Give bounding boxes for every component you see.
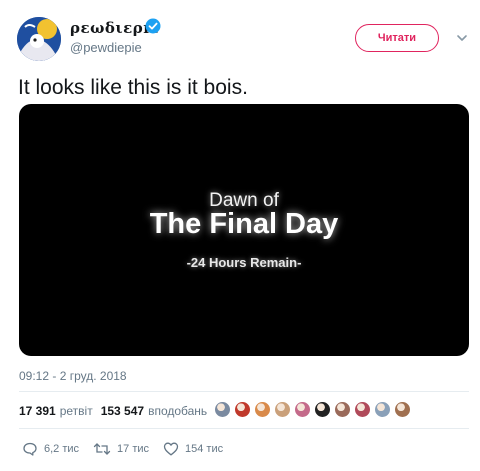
verified-badge-icon bbox=[145, 18, 161, 34]
liker-avatar[interactable] bbox=[394, 401, 411, 418]
tweet-actions: 6,2 тис 17 тис 154 тис bbox=[22, 441, 237, 457]
media-title-line2: The Final Day bbox=[149, 208, 339, 240]
avatar-image bbox=[17, 17, 61, 61]
liker-avatar[interactable] bbox=[214, 401, 231, 418]
retweets-count[interactable]: 17 391 bbox=[19, 404, 56, 418]
media-title-line3: -24 Hours Remain- bbox=[186, 255, 302, 270]
divider bbox=[19, 428, 469, 429]
tweet-media[interactable]: Dawn of The Final Day -24 Hours Remain- bbox=[19, 104, 469, 356]
heart-icon bbox=[163, 442, 179, 456]
liker-avatar[interactable] bbox=[374, 401, 391, 418]
divider bbox=[19, 391, 469, 392]
tweet-text: It looks like this is it bois. bbox=[18, 76, 248, 99]
engagement-stats: 17 391 ретвіт 153 547 вподобань bbox=[19, 404, 215, 418]
avatar[interactable] bbox=[17, 17, 61, 61]
follow-button[interactable]: Читати bbox=[355, 24, 439, 52]
liker-avatar[interactable] bbox=[254, 401, 271, 418]
user-handle[interactable]: @pewdiepie bbox=[70, 40, 142, 55]
likes-label[interactable]: вподобань bbox=[148, 404, 207, 418]
retweet-icon bbox=[93, 443, 111, 455]
liker-avatar[interactable] bbox=[294, 401, 311, 418]
liker-avatar[interactable] bbox=[354, 401, 371, 418]
liker-avatar[interactable] bbox=[314, 401, 331, 418]
liker-avatar[interactable] bbox=[334, 401, 351, 418]
chevron-down-icon[interactable] bbox=[455, 31, 469, 45]
liker-avatar[interactable] bbox=[234, 401, 251, 418]
reply-count: 6,2 тис bbox=[44, 443, 80, 455]
liker-avatars bbox=[214, 401, 414, 418]
retweets-label[interactable]: ретвіт bbox=[60, 404, 93, 418]
retweet-count: 17 тис bbox=[117, 443, 150, 455]
reply-button[interactable]: 6,2 тис bbox=[22, 441, 79, 457]
retweet-button[interactable]: 17 тис bbox=[93, 441, 149, 457]
tweet-timestamp[interactable]: 09:12 - 2 груд. 2018 bbox=[19, 369, 127, 383]
reply-icon bbox=[23, 442, 37, 456]
like-count: 154 тис bbox=[185, 443, 224, 455]
liker-avatar[interactable] bbox=[274, 401, 291, 418]
like-button[interactable]: 154 тис bbox=[163, 441, 223, 457]
likes-count[interactable]: 153 547 bbox=[101, 404, 144, 418]
